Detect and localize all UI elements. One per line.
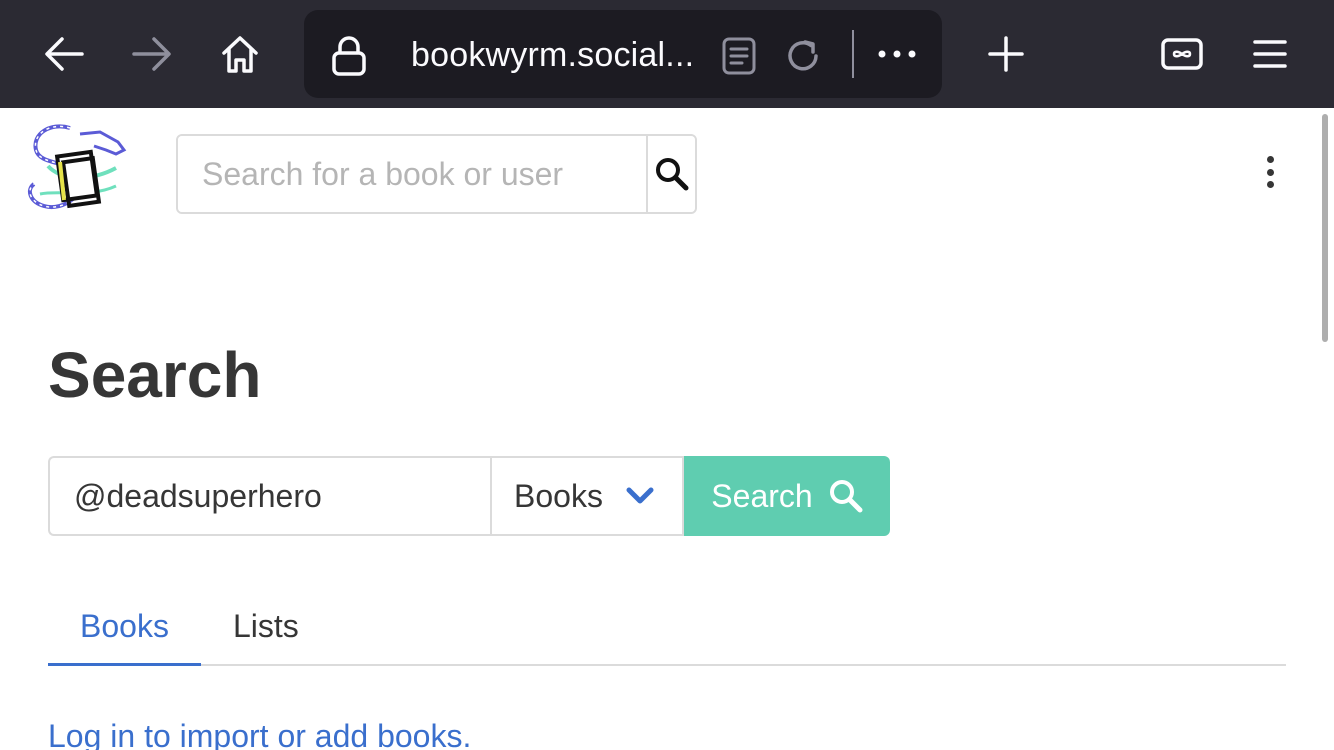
search-query-input[interactable] [48, 456, 490, 536]
more-dots-icon[interactable] [876, 44, 918, 64]
tabs-icon[interactable] [1158, 34, 1206, 74]
search-type-select[interactable]: Books [490, 456, 684, 536]
search-icon [655, 158, 688, 191]
search-form: Books Search [48, 456, 890, 536]
url-text[interactable]: bookwyrm.social... [411, 36, 694, 75]
login-to-add-books-link[interactable]: Log in to import or add books. [48, 718, 471, 750]
search-submit-button[interactable]: Search [684, 456, 890, 536]
header-search-button[interactable] [646, 136, 695, 212]
chevron-down-icon [626, 487, 654, 504]
menu-hamburger-icon[interactable] [1248, 34, 1292, 74]
search-type-value: Books [514, 477, 603, 514]
bookwyrm-logo[interactable] [20, 120, 132, 228]
reload-icon[interactable] [782, 34, 824, 78]
page-scrollbar[interactable] [1322, 114, 1328, 342]
reader-mode-icon[interactable] [720, 36, 758, 76]
tab-lists[interactable]: Lists [201, 600, 331, 666]
kebab-menu-icon[interactable] [1256, 150, 1284, 194]
home-icon[interactable] [216, 30, 264, 78]
header-search [176, 134, 697, 214]
url-bar[interactable]: bookwyrm.social... [304, 10, 942, 98]
back-arrow-icon[interactable] [40, 32, 88, 76]
url-divider [852, 30, 854, 78]
search-icon [829, 480, 863, 513]
tab-books[interactable]: Books [48, 600, 201, 666]
page-title: Search [48, 339, 262, 411]
new-tab-plus-icon[interactable] [984, 32, 1028, 76]
forward-arrow-icon[interactable] [128, 32, 176, 76]
header-search-input[interactable] [178, 136, 646, 212]
results-tabs: Books Lists [48, 600, 1286, 666]
browser-toolbar: bookwyrm.social... [0, 0, 1334, 108]
search-button-label: Search [711, 477, 813, 514]
lock-icon[interactable] [328, 34, 370, 78]
